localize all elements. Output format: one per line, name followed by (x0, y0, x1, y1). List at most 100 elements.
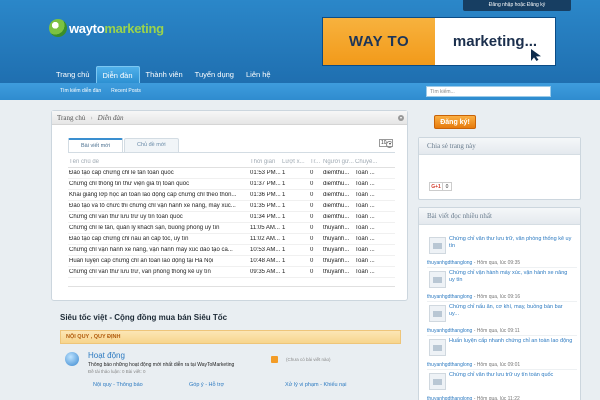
thread-title-link[interactable]: Khai giảng lớp học an toàn lao động cấp … (68, 192, 250, 198)
table-cell[interactable]: diemthu... (323, 192, 355, 198)
popular-post-title[interactable]: Huấn luyện cấp nhanh chứng chỉ an toàn l… (449, 338, 574, 345)
rules-section-bar[interactable]: NỘI QUY , QUY ĐỊNH (60, 330, 401, 344)
popular-post-item[interactable]: Chứng chỉ vận hành máy xúc, vận hành xe … (427, 268, 577, 302)
table-cell[interactable]: diemthu... (323, 170, 355, 176)
logo-text-marketing: marketing (104, 20, 164, 36)
thread-title-link[interactable]: Đào tạo cấp chứng chỉ nấu ăn cấp tốc, uy… (68, 236, 250, 242)
table-row[interactable]: Chứng chỉ văn thư lưu trữ, văn phòng thố… (68, 267, 395, 278)
table-row[interactable]: Chứng chỉ lễ tân, quản lý khách sạn, buồ… (68, 223, 395, 234)
refresh-icon[interactable] (386, 141, 393, 148)
breadcrumb-current[interactable]: Diễn đàn (98, 114, 124, 122)
recent-posts-link[interactable]: Recent Posts (111, 83, 141, 100)
table-header: Tên chủ đề Thời gian Lượt x... Tr... Ngư… (68, 157, 395, 168)
popular-post-title[interactable]: Chứng chỉ vận hành máy xúc, vận hành xe … (449, 270, 574, 283)
table-row[interactable]: Chứng chỉ vận hành xe nâng, vận hành máy… (68, 245, 395, 256)
popular-post-meta: thuyanhgdthanglong - Hôm qua, lúc 09:11 (427, 328, 520, 334)
login-register-link[interactable]: Đăng nhập hoặc Đăng ký (463, 0, 571, 11)
avatar-icon[interactable] (429, 271, 446, 288)
thread-title-link[interactable]: Chứng chỉ vận hành xe nâng, vận hành máy… (68, 247, 250, 253)
table-cell[interactable]: diemthu... (323, 181, 355, 187)
table-cell[interactable]: thuyanh... (323, 269, 355, 275)
google-plus-button[interactable]: G+1 (429, 182, 443, 191)
table-cell: 11:05 AM... (250, 225, 280, 231)
nav-jobs[interactable]: Tuyển dụng (189, 66, 240, 83)
jump-menu-icon[interactable]: ▾ (398, 115, 404, 121)
subforum-rules[interactable]: Nội quy - Thông báo (93, 382, 189, 388)
nav-home[interactable]: Trang chủ (50, 66, 96, 83)
table-cell[interactable]: Toàn ... (355, 225, 395, 231)
popular-post-item[interactable]: Chứng chỉ nấu ăn, cơ khí, may, buồng bàn… (427, 302, 577, 336)
avatar-icon[interactable] (429, 237, 446, 254)
popular-post-author[interactable]: thuyanhgdthanglong (427, 328, 472, 334)
table-row[interactable]: Đào tạo cấp chứng chỉ nấu ăn cấp tốc, uy… (68, 234, 395, 245)
popular-post-title[interactable]: Chứng chỉ văn thư lưu trữ uy tín toàn qu… (449, 372, 574, 379)
popular-post-title[interactable]: Chứng chỉ văn thư lưu trữ, văn phòng thố… (449, 236, 574, 249)
thread-title-link[interactable]: Huấn luyện cấp chứng chỉ an toàn lao độn… (68, 258, 250, 264)
site-logo[interactable]: waytomarketing (49, 18, 164, 38)
thread-title-link[interactable]: Chứng chỉ lễ tân, quản lý khách sạn, buồ… (68, 225, 250, 231)
table-cell[interactable]: Toàn ... (355, 258, 395, 264)
tab-new-threads[interactable]: Chủ đề mới (123, 138, 179, 152)
table-cell[interactable]: Toàn ... (355, 214, 395, 220)
popular-post-item[interactable]: Chứng chỉ văn thư lưu trữ uy tín toàn qu… (427, 370, 577, 400)
table-cell: 1 (282, 170, 286, 176)
popular-post-author[interactable]: thuyanhgdthanglong (427, 396, 472, 400)
avatar-icon[interactable] (429, 339, 446, 356)
table-row[interactable]: Huấn luyện cấp chứng chỉ an toàn lao độn… (68, 256, 395, 267)
popular-post-author[interactable]: thuyanhgdthanglong (427, 294, 472, 300)
tab-new-posts[interactable]: Bài viết mới (68, 138, 123, 152)
table-cell[interactable]: diemthu... (323, 214, 355, 220)
table-cell[interactable]: Toàn ... (355, 170, 395, 176)
forum-item: Hoạt động Thông báo những hoạt động mới … (60, 349, 401, 379)
table-cell: 10:53 AM... (250, 247, 281, 253)
search-input[interactable]: Tìm kiếm... (426, 86, 551, 97)
table-row[interactable]: Khai giảng lớp học an toàn lao động cấp … (68, 190, 395, 201)
nav-contact[interactable]: Liên hệ (240, 66, 277, 83)
thread-title-link[interactable]: Chứng chỉ văn thư lưu trữ uy tín toàn qu… (68, 214, 250, 220)
table-cell[interactable]: Toàn ... (355, 203, 395, 209)
table-cell[interactable]: diemthu... (323, 203, 355, 209)
avatar-icon[interactable] (429, 305, 446, 322)
popular-post-title[interactable]: Chứng chỉ nấu ăn, cơ khí, may, buồng bàn… (449, 304, 574, 317)
table-cell[interactable]: Toàn ... (355, 236, 395, 242)
posts-table: Tên chủ đề Thời gian Lượt x... Tr... Ngư… (68, 157, 395, 278)
category-title[interactable]: Siêu tốc việt - Cộng đồng mua bán Siêu T… (60, 313, 227, 322)
thread-title-link[interactable]: Chứng chỉ thông tin thư viện giá trị toà… (68, 181, 250, 187)
new-posts-panel: Trang chủ › Diễn đàn ▾ Bài viết mới Chủ … (51, 110, 408, 301)
table-row[interactable]: Chứng chỉ thông tin thư viện giá trị toà… (68, 179, 395, 190)
table-row[interactable]: Chứng chỉ văn thư lưu trữ uy tín toàn qu… (68, 212, 395, 223)
rss-icon[interactable] (271, 356, 278, 363)
thread-title-link[interactable]: Đào tạo cấp chứng chỉ lễ tân toàn quốc (68, 170, 250, 176)
breadcrumb-home[interactable]: Trang chủ (57, 114, 85, 122)
table-cell: 09:35 AM... (250, 269, 281, 275)
thread-title-link[interactable]: Chứng chỉ văn thư lưu trữ, văn phòng thố… (68, 269, 250, 275)
register-button[interactable]: Đăng ký! (434, 115, 476, 129)
table-cell[interactable]: thuyanh... (323, 247, 355, 253)
thread-title-link[interactable]: Đào tạo và tổ chức thi chứng chỉ vận hàn… (68, 203, 250, 209)
table-cell[interactable]: thuyanh... (323, 225, 355, 231)
table-cell: 1 (282, 214, 286, 220)
subforum-violations[interactable]: Xử lý vi phạm - Khiếu nại (285, 382, 381, 388)
table-cell[interactable]: thuyanh... (323, 258, 355, 264)
table-row[interactable]: Đào tạo cấp chứng chỉ lễ tân toàn quốc 01… (68, 168, 395, 179)
tabs: Bài viết mới Chủ đề mới (68, 138, 180, 152)
table-cell[interactable]: Toàn ... (355, 181, 395, 187)
header-banner[interactable]: WAY TO marketing... (322, 17, 556, 66)
table-cell[interactable]: Toàn ... (355, 192, 395, 198)
nav-members[interactable]: Thành viên (140, 66, 189, 83)
popular-post-item[interactable]: Chứng chỉ văn thư lưu trữ, văn phòng thố… (427, 234, 577, 268)
popular-post-author[interactable]: thuyanhgdthanglong (427, 260, 472, 266)
forum-name[interactable]: Hoạt động (88, 351, 125, 360)
nav-forum[interactable]: Diễn đàn (95, 66, 140, 83)
popular-post-author[interactable]: thuyanhgdthanglong (427, 362, 472, 368)
avatar-icon[interactable] (429, 373, 446, 390)
forum-stats: Đề tài thảo luận: 0 Bài viết: 0 (88, 369, 146, 374)
subforum-feedback[interactable]: Góp ý - Hỗ trợ (189, 382, 285, 388)
search-forums-link[interactable]: Tìm kiếm diễn đàn (60, 83, 101, 100)
table-cell[interactable]: Toàn ... (355, 269, 395, 275)
table-cell[interactable]: thuyanh... (323, 236, 355, 242)
table-row[interactable]: Đào tạo và tổ chức thi chứng chỉ vận hàn… (68, 201, 395, 212)
popular-post-item[interactable]: Huấn luyện cấp nhanh chứng chỉ an toàn l… (427, 336, 577, 370)
table-cell[interactable]: Toàn ... (355, 247, 395, 253)
popular-title: Bài viết đọc nhiều nhất (419, 208, 580, 225)
